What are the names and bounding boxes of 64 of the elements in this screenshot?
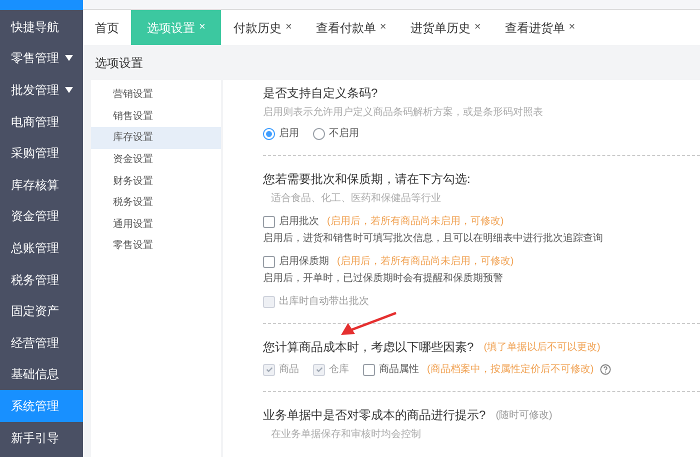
tab[interactable]: 付款历史 × bbox=[221, 10, 304, 45]
sidebar-item[interactable]: 资金管理 bbox=[0, 200, 83, 232]
section-hint: 启用则表示允许用户定义商品条码解析方案，或是条形码对照表 bbox=[263, 106, 544, 120]
option-label: 启用保质期 bbox=[279, 254, 329, 269]
option-note: (启用后，若所有商品尚未启用，可修改) bbox=[327, 214, 504, 229]
section-hint: 适合食品、化工、医药和保健品等行业 bbox=[271, 192, 442, 206]
option-label: 出库时自动带出批次 bbox=[279, 294, 369, 309]
tab[interactable]: 查看进货单 × bbox=[492, 10, 588, 45]
sidebar-item[interactable]: 快捷导航 bbox=[0, 11, 83, 43]
menu-item[interactable]: 税务设置 bbox=[91, 192, 221, 214]
arrow-drawing bbox=[341, 312, 397, 336]
option-description: 启用后，开单时，已过保质期时会有提醒和保质期预警 bbox=[263, 272, 504, 286]
option-label: 商品 bbox=[279, 362, 299, 377]
option-label: 不启用 bbox=[329, 126, 359, 141]
close-icon[interactable]: × bbox=[380, 19, 386, 36]
check-icon bbox=[314, 365, 324, 374]
tab[interactable]: 进货单历史 × bbox=[398, 10, 493, 45]
sidebar-item[interactable]: 总账管理 bbox=[0, 232, 83, 264]
menu-item[interactable]: 资金设置 bbox=[91, 148, 221, 170]
caret-icon bbox=[65, 55, 73, 62]
menu-item[interactable]: 财务设置 bbox=[91, 170, 221, 192]
option-note: (商品档案中，按属性定价后不可修改) bbox=[427, 362, 594, 377]
help-icon[interactable] bbox=[600, 364, 611, 375]
page-title: 选项设置 bbox=[95, 54, 143, 72]
tab[interactable]: 首页 bbox=[83, 10, 131, 45]
radio-button[interactable] bbox=[263, 128, 275, 140]
sidebar-item[interactable]: 电商管理 bbox=[0, 106, 83, 138]
section-title: 您计算商品成本时，考虑以下哪些因素? bbox=[263, 339, 474, 356]
sidebar-item[interactable]: 经营管理 bbox=[0, 326, 83, 359]
sidebar-item[interactable]: 新手引导 bbox=[0, 422, 83, 454]
check-icon bbox=[264, 365, 274, 374]
sidebar-item[interactable]: 零售管理 bbox=[0, 42, 83, 74]
option-description: 启用后，进货和销售时可填写批次信息，且可以在明细表中进行批次追踪查询 bbox=[263, 232, 604, 246]
section-title: 是否支持自定义条码? bbox=[263, 85, 378, 102]
menu-item[interactable]: 销售设置 bbox=[91, 106, 221, 128]
section-title: 业务单据中是否对零成本的商品进行提示? bbox=[263, 407, 486, 424]
sidebar-item[interactable]: 基础信息 bbox=[0, 358, 83, 390]
sidebar-item[interactable]: 库存核算 bbox=[0, 168, 83, 201]
close-icon[interactable]: × bbox=[474, 19, 481, 36]
menu-item[interactable]: 库存设置 bbox=[91, 127, 221, 149]
sidebar-item[interactable]: 税务管理 bbox=[0, 264, 83, 296]
radio-button[interactable] bbox=[313, 128, 325, 140]
checkbox[interactable] bbox=[263, 256, 275, 268]
sidebar-item[interactable]: 固定资产 bbox=[0, 295, 83, 327]
menu-item[interactable]: 营销设置 bbox=[91, 84, 221, 106]
section-note: (填了单据以后不可以更改) bbox=[484, 340, 600, 354]
caret-icon bbox=[65, 86, 73, 93]
option-label: 启用 bbox=[279, 126, 299, 141]
section-hint: 在业务单据保存和审核时均会控制 bbox=[271, 428, 422, 442]
sidebar-item[interactable]: 采购管理 bbox=[0, 137, 83, 169]
section-title: 您若需要批次和保质期，请在下方勾选: bbox=[263, 171, 470, 188]
checkbox[interactable] bbox=[363, 364, 375, 376]
sidebar-item[interactable]: 批发管理 bbox=[0, 74, 83, 106]
option-note: (启用后，若所有商品尚未启用，可修改) bbox=[337, 254, 514, 269]
option-label: 商品属性 bbox=[379, 362, 419, 377]
option-label: 仓库 bbox=[329, 362, 349, 377]
option-label: 启用批次 bbox=[279, 214, 319, 229]
close-icon[interactable]: × bbox=[568, 19, 576, 36]
menu-item[interactable]: 零售设置 bbox=[91, 235, 221, 257]
menu-item[interactable]: 通用设置 bbox=[91, 214, 221, 236]
checkbox[interactable] bbox=[263, 216, 275, 228]
section-note: (随时可修改) bbox=[496, 408, 552, 422]
tab[interactable]: 查看付款单 × bbox=[304, 10, 398, 45]
close-icon[interactable]: × bbox=[285, 19, 292, 36]
